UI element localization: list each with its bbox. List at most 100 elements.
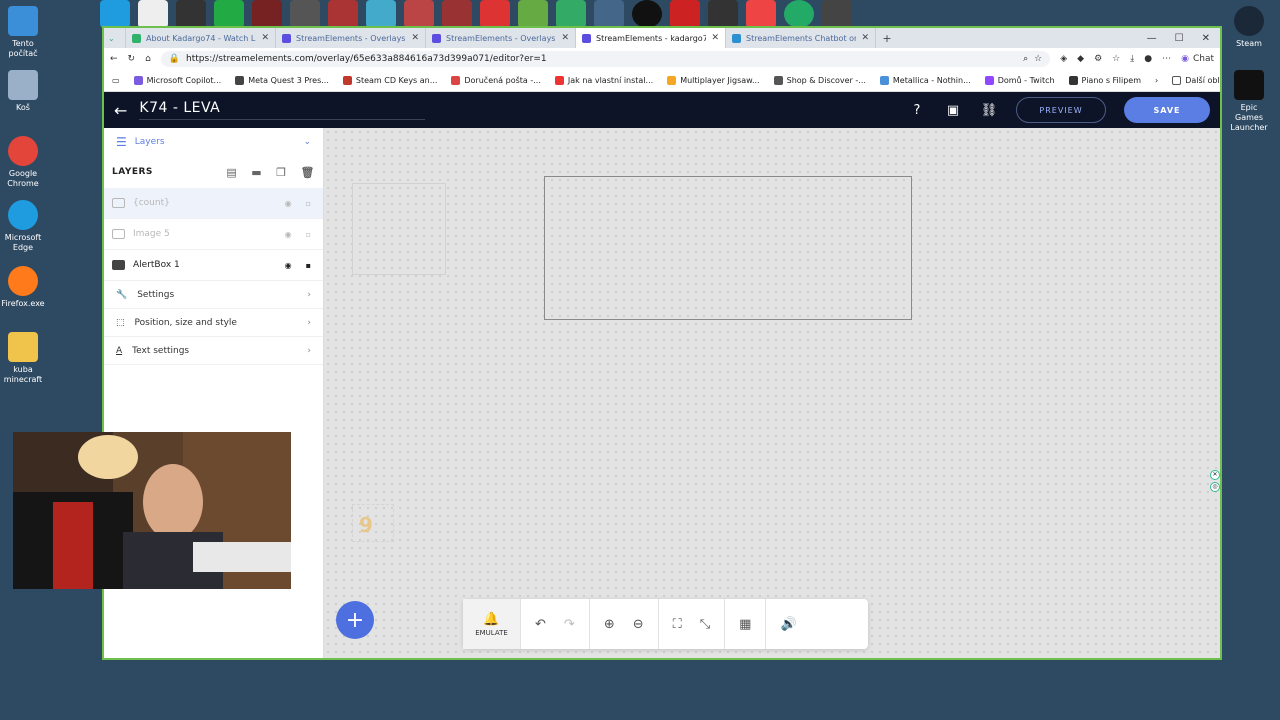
resolution-icon[interactable]: ▣: [944, 101, 962, 119]
bookmark-item[interactable]: Multiplayer Jigsaw...: [667, 76, 760, 85]
more-menu-icon[interactable]: ⋯: [1162, 54, 1171, 64]
duplicate-icon[interactable]: ❐: [276, 166, 286, 179]
back-icon[interactable]: ←: [110, 54, 118, 64]
bookmark-item[interactable]: Microsoft Copilot...: [133, 76, 221, 85]
desktop-icon-recycle-bin[interactable]: Koš: [0, 70, 46, 113]
overlay-canvas[interactable]: 9 + 🔔 EMULATE ↶ ↷ ⊕ ⊖ ⛶ ⤡ ▦ 🔊 ✕ ◎: [324, 128, 1220, 658]
app-icon[interactable]: [366, 0, 396, 28]
redo-icon[interactable]: ↷: [564, 617, 575, 632]
layer-row[interactable]: AlertBox 1 ◉ ▪: [104, 250, 323, 281]
desktop-icon-kuba-minecraft[interactable]: kuba minecraft: [0, 332, 46, 385]
app-icon[interactable]: [784, 0, 814, 28]
overlay-title[interactable]: K74 - LEVA: [139, 100, 426, 120]
help-icon[interactable]: ?: [908, 101, 926, 119]
close-icon[interactable]: ✕: [561, 33, 569, 43]
visibility-icon[interactable]: ◉: [285, 230, 292, 239]
close-icon[interactable]: ✕: [261, 33, 269, 43]
copilot-chat-button[interactable]: ◉ Chat: [1181, 54, 1214, 64]
close-icon[interactable]: ✕: [711, 33, 719, 43]
layers-section-header[interactable]: ☰ Layers ⌄: [104, 128, 323, 156]
zoom-icon[interactable]: ⌕: [1023, 54, 1028, 64]
tab-actions-icon[interactable]: ⌄: [104, 28, 126, 48]
app-icon[interactable]: [100, 0, 130, 28]
app-icon[interactable]: [822, 0, 852, 28]
favorite-star-icon[interactable]: ☆: [1034, 54, 1042, 64]
avatar[interactable]: ●: [1144, 54, 1152, 64]
widget-icon[interactable]: ◎: [1210, 482, 1220, 492]
desktop-icon-this-pc[interactable]: Tento počítač: [0, 6, 46, 59]
extension-icon[interactable]: ⚙: [1094, 54, 1102, 64]
save-button[interactable]: SAVE: [1124, 97, 1210, 123]
desktop-icon-chrome[interactable]: Google Chrome: [0, 136, 46, 189]
app-icon[interactable]: [556, 0, 586, 28]
lock-icon[interactable]: ▫: [306, 199, 311, 208]
app-icon[interactable]: [746, 0, 776, 28]
close-icon[interactable]: ✕: [411, 33, 419, 43]
app-icon[interactable]: [176, 0, 206, 28]
url-field[interactable]: 🔒 https://streamelements.com/overlay/65e…: [160, 51, 1051, 67]
downloads-icon[interactable]: ⤓: [1130, 54, 1134, 64]
close-window-icon[interactable]: ✕: [1202, 33, 1210, 44]
app-icon[interactable]: [480, 0, 510, 28]
tab-2[interactable]: StreamElements - Overlays ✕: [426, 28, 576, 48]
text-settings-section[interactable]: A Text settings ›: [104, 337, 323, 365]
home-icon[interactable]: ⌂: [145, 54, 151, 64]
bookmark-item[interactable]: Metallica - Nothin...: [879, 76, 971, 85]
app-icon[interactable]: [404, 0, 434, 28]
bookmark-item[interactable]: Shop & Discover -...: [773, 76, 866, 85]
count-widget[interactable]: 9: [352, 504, 394, 542]
add-widget-button[interactable]: +: [336, 601, 374, 639]
desktop-icon-edge[interactable]: Microsoft Edge: [0, 200, 46, 253]
chevron-right-icon[interactable]: ›: [1155, 76, 1158, 85]
back-arrow-icon[interactable]: ←: [114, 101, 127, 120]
link-icon[interactable]: ⛓: [980, 101, 998, 119]
app-icon[interactable]: [670, 0, 700, 28]
layer-row[interactable]: Image 5 ◉ ▫: [104, 219, 323, 250]
app-icon[interactable]: [518, 0, 548, 28]
undo-icon[interactable]: ↶: [535, 617, 546, 632]
bookmark-item[interactable]: Meta Quest 3 Pres...: [235, 76, 329, 85]
maximize-icon[interactable]: ☐: [1175, 33, 1184, 44]
delete-icon[interactable]: 🗑: [301, 166, 315, 179]
grid-icon[interactable]: ▦: [739, 617, 751, 632]
close-icon[interactable]: ✕: [1210, 470, 1220, 480]
tab-3[interactable]: StreamElements - kadargo74 ✕: [576, 28, 726, 48]
layer-row[interactable]: {count} ◉ ▫: [104, 188, 323, 219]
desktop-icon-steam[interactable]: Steam: [1226, 6, 1272, 49]
app-icon[interactable]: [214, 0, 244, 28]
volume-icon[interactable]: 🔊: [780, 617, 796, 632]
zoom-in-icon[interactable]: ⊕: [604, 617, 615, 632]
app-icon[interactable]: [328, 0, 358, 28]
visibility-icon[interactable]: ◉: [285, 199, 292, 208]
lock-icon[interactable]: ▫: [306, 230, 311, 239]
settings-section[interactable]: 🔧 Settings ›: [104, 281, 323, 309]
extension-icon[interactable]: ◆: [1077, 54, 1084, 64]
tab-4[interactable]: StreamElements Chatbot on Kick ✕: [726, 28, 876, 48]
desktop-icon-epic-games[interactable]: Epic Games Launcher: [1226, 70, 1272, 133]
extension-icon[interactable]: ◈: [1060, 54, 1067, 64]
folder-icon[interactable]: ▬: [251, 166, 262, 179]
zoom-out-icon[interactable]: ⊖: [633, 617, 644, 632]
app-icon[interactable]: [138, 0, 168, 28]
app-icon[interactable]: [708, 0, 738, 28]
desktop-icon-firefox[interactable]: Firefox.exe: [0, 266, 46, 309]
app-icon[interactable]: [442, 0, 472, 28]
alertbox-widget[interactable]: [544, 176, 912, 320]
app-icon[interactable]: [594, 0, 624, 28]
bookmark-item[interactable]: Domů - Twitch: [984, 76, 1055, 85]
group-layers-icon[interactable]: ▤: [226, 166, 237, 179]
close-icon[interactable]: ✕: [861, 33, 869, 43]
bookmark-item[interactable]: Jak na vlastní instal...: [554, 76, 653, 85]
sidebar-toggle-icon[interactable]: ▭: [112, 76, 120, 85]
shrink-icon[interactable]: ⤡: [700, 617, 710, 632]
new-tab-icon[interactable]: +: [876, 32, 898, 45]
bookmark-item[interactable]: Doručená pošta -...: [451, 76, 541, 85]
lock-icon[interactable]: ▪: [306, 261, 311, 270]
preview-button[interactable]: PREVIEW: [1016, 97, 1106, 123]
fullscreen-icon[interactable]: ⛶: [673, 617, 682, 632]
favorites-icon[interactable]: ☆: [1112, 54, 1120, 64]
reload-icon[interactable]: ↻: [128, 54, 136, 64]
position-section[interactable]: ⬚ Position, size and style ›: [104, 309, 323, 337]
bookmark-item[interactable]: Steam CD Keys an...: [342, 76, 437, 85]
app-icon[interactable]: [290, 0, 320, 28]
